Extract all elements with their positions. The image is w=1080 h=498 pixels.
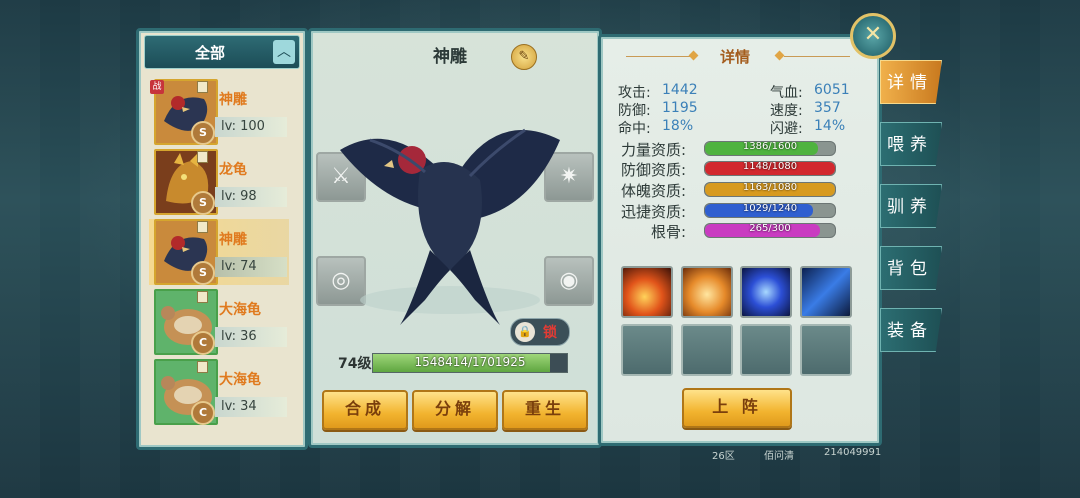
tab-bag[interactable]: 背包 — [880, 246, 942, 290]
aptitude-label: 体魄资质: — [620, 182, 686, 200]
reborn-button[interactable]: 重生 — [502, 390, 588, 430]
deploy-button[interactable]: 上 阵 — [682, 388, 792, 428]
aptitude-bar: 1148/1080 — [704, 161, 836, 176]
stat-label: 攻击: — [618, 85, 651, 101]
aptitude-bar: 1029/1240 — [704, 203, 836, 218]
pet-name: 大海龟 — [219, 302, 261, 318]
pet-level: lv: 36 — [215, 327, 287, 347]
lock-button[interactable]: 🔒 锁 — [510, 318, 570, 346]
pet-name: 龙龟 — [219, 162, 247, 178]
lock-label: 锁 — [543, 325, 557, 341]
aptitude-value: 265/300 — [749, 223, 791, 234]
pet-level-label: 74级 — [338, 356, 372, 372]
stat-label: 闪避: — [770, 121, 803, 137]
decompose-button[interactable]: 分解 — [412, 390, 498, 430]
tab-feed[interactable]: 喂养 — [880, 122, 942, 166]
flame-beast-skill-icon[interactable] — [681, 266, 733, 318]
pet-list-item[interactable]: S 龙龟 lv: 98 — [149, 149, 289, 215]
close-icon[interactable]: ✕ — [850, 13, 896, 59]
server-label: 26区 — [712, 451, 735, 462]
pet-list-item[interactable]: C 大海龟 lv: 36 — [149, 289, 289, 355]
fire-phoenix-skill-icon[interactable] — [621, 266, 673, 318]
tab-train[interactable]: 驯养 — [880, 184, 942, 228]
aptitude-value: 1386/1600 — [742, 141, 798, 152]
empty-skill-slot-icon[interactable] — [800, 324, 852, 376]
aptitude-label: 力量资质: — [620, 141, 686, 159]
grade-badge: S — [191, 261, 215, 285]
aptitude-label: 根骨: — [650, 223, 686, 241]
aptitude-value: 1029/1240 — [742, 203, 798, 214]
aptitude-value: 1163/1080 — [742, 182, 798, 193]
whirlwind-skill-icon[interactable] — [740, 266, 792, 318]
lock-icon — [197, 81, 208, 93]
aptitude-bar: 1386/1600 — [704, 141, 836, 156]
tab-equipment[interactable]: 装备 — [880, 308, 942, 352]
lock-icon — [197, 361, 208, 373]
exp-text: 1548414/1701925 — [414, 355, 526, 369]
pet-name: 神雕 — [219, 232, 247, 248]
stat-label: 速度: — [770, 103, 803, 119]
pet-list-item[interactable]: C 大海龟 lv: 34 — [149, 359, 289, 425]
pet-level: lv: 34 — [215, 397, 287, 417]
grade-badge: S — [191, 121, 215, 145]
empty-skill-slot-icon[interactable] — [681, 324, 733, 376]
exp-bar: 1548414/1701925 — [372, 353, 568, 373]
pet-level: lv: 98 — [215, 187, 287, 207]
lock-icon — [197, 151, 208, 163]
stat-value: 1195 — [662, 100, 698, 116]
empty-skill-slot-icon[interactable] — [740, 324, 792, 376]
aptitude-label: 迅捷资质: — [620, 203, 686, 221]
player-name: 佰问清 — [764, 451, 794, 462]
stat-value: 357 — [814, 100, 841, 116]
tab-details[interactable]: 详情 — [880, 60, 942, 104]
chevron-up-icon[interactable]: ︿ — [273, 40, 295, 64]
aptitude-bar: 1163/1080 — [704, 182, 836, 197]
padlock-icon: 🔒 — [515, 322, 535, 342]
lock-icon — [197, 291, 208, 303]
pet-level: lv: 74 — [215, 257, 287, 277]
pet-list-item[interactable]: 战 S 神雕 lv: 100 — [149, 79, 289, 145]
pet-list-panel: 全部 ︿ 战 S 神雕 lv: 100 S 龙龟 lv: 98 S 神雕 lv:… — [136, 28, 308, 450]
stat-value: 14% — [814, 118, 846, 134]
aptitude-value: 1148/1080 — [742, 161, 798, 172]
pet-level: lv: 100 — [215, 117, 287, 137]
stat-label: 防御: — [618, 103, 651, 119]
pet-name: 神雕 — [219, 92, 247, 108]
pet-name: 大海龟 — [219, 372, 261, 388]
pencil-icon[interactable]: ✎ — [511, 44, 537, 70]
pet-filter-label: 全部 — [194, 44, 225, 62]
grade-badge: C — [191, 331, 215, 355]
aptitude-label: 防御资质: — [620, 161, 686, 179]
grade-badge: S — [191, 191, 215, 215]
lightning-skill-icon[interactable] — [800, 266, 852, 318]
title-divider — [626, 56, 692, 57]
aptitude-bar: 265/300 — [704, 223, 836, 238]
stat-label: 命中: — [618, 121, 651, 137]
empty-skill-slot-icon[interactable] — [621, 324, 673, 376]
pet-list-item-selected[interactable]: S 神雕 lv: 74 — [149, 219, 289, 285]
pet-filter-header[interactable]: 全部 ︿ — [144, 35, 300, 69]
lock-icon — [197, 221, 208, 233]
grade-badge: C — [191, 401, 215, 425]
stat-label: 气血: — [770, 85, 803, 101]
stat-value: 1442 — [662, 82, 698, 98]
stat-value: 6051 — [814, 82, 850, 98]
detail-title: 详情 — [719, 48, 750, 66]
stat-value: 18% — [662, 118, 694, 134]
merge-button[interactable]: 合成 — [322, 390, 408, 430]
title-divider — [784, 56, 850, 57]
in-battle-badge: 战 — [150, 80, 164, 94]
player-id: 214049991 — [824, 447, 882, 458]
eagle-pet-image — [340, 128, 560, 325]
